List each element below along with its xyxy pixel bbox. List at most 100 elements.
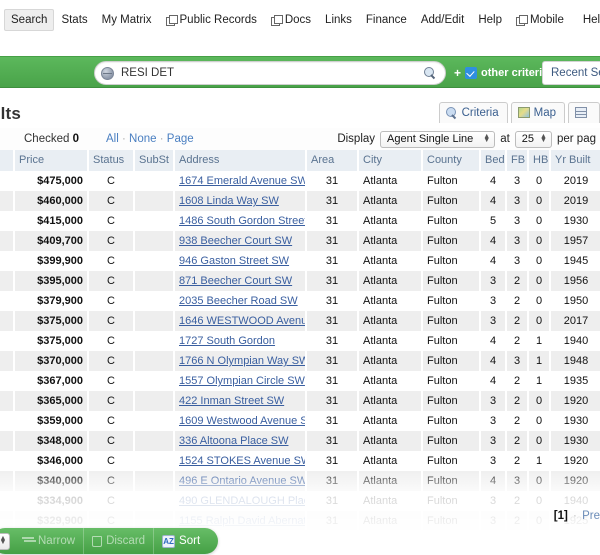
tab-grid[interactable] — [568, 102, 600, 123]
tab-criteria[interactable]: Criteria — [438, 102, 508, 123]
address-link[interactable]: 938 Beecher Court SW — [179, 235, 292, 247]
checkbox-cell[interactable] — [0, 351, 15, 371]
cell-address[interactable]: 871 Beecher Court SW — [174, 271, 307, 291]
address-link[interactable]: 1608 Linda Way SW — [179, 195, 279, 207]
checkbox-cell[interactable] — [0, 271, 15, 291]
address-link[interactable]: 1646 WESTWOOD Avenue S — [179, 315, 304, 327]
header-subst[interactable]: SubSt — [134, 150, 175, 171]
cell-address[interactable]: 1674 Emerald Avenue SW — [174, 171, 307, 191]
header-area[interactable]: Area — [306, 150, 359, 171]
address-link[interactable]: 1766 N Olympian Way SW — [179, 355, 304, 367]
table-row[interactable]: $415,000 C 1486 South Gordon Street 31 Atlan… — [0, 211, 600, 231]
search-input[interactable]: RESI DET — [94, 61, 446, 85]
search-icon[interactable] — [424, 66, 437, 80]
checkbox-cell[interactable] — [0, 491, 15, 511]
other-criteria-toggle[interactable]: + other criteria — [454, 66, 548, 80]
header-yr-built[interactable]: Yr Built — [550, 150, 600, 171]
cell-address[interactable]: 1486 South Gordon Street — [174, 211, 307, 231]
select-page-link[interactable]: Page — [167, 133, 194, 145]
table-row[interactable]: $365,000 C 422 Inman Street SW 31 Atlanta Ful… — [0, 391, 600, 411]
cell-address[interactable]: 2035 Beecher Road SW — [174, 291, 307, 311]
sort-button[interactable]: AZ Sort — [154, 528, 208, 554]
checkbox-cell[interactable] — [0, 311, 15, 331]
table-row[interactable]: $340,000 C 496 E Ontario Avenue SW 31 Atlant… — [0, 471, 600, 491]
checkbox-cell[interactable] — [0, 431, 15, 451]
table-row[interactable]: $395,000 C 871 Beecher Court SW 31 Atlanta Fu… — [0, 271, 600, 291]
table-row[interactable]: $375,000C 1646 WESTWOOD Avenue S31Atlanta… — [0, 311, 600, 331]
nav-item-search[interactable]: Search — [4, 9, 55, 31]
cell-address[interactable]: 490 GLENDALOUGH Place S — [174, 491, 307, 511]
checkmark-icon[interactable] — [465, 67, 478, 79]
table-row[interactable]: $367,000 C 1557 Olympian Circle SW 31 Atlant… — [0, 371, 600, 391]
header-price[interactable]: Price — [14, 150, 89, 171]
checkbox-cell[interactable] — [0, 411, 15, 431]
nav-item-public-records[interactable]: Public Records — [159, 9, 264, 31]
address-link[interactable]: 1674 Emerald Avenue SW — [179, 175, 304, 187]
address-link[interactable]: 1727 South Gordon — [179, 335, 275, 347]
address-link[interactable]: 946 Gaston Street SW — [179, 255, 289, 267]
cell-address[interactable]: 1524 STOKES Avenue SW — [174, 451, 307, 471]
nav-item-my-matrix[interactable]: My Matrix — [95, 9, 159, 31]
table-row[interactable]: $359,000 C 1609 Westwood Avenue SW 31 Atlant… — [0, 411, 600, 431]
nav-item-mobile[interactable]: Mobile — [509, 9, 571, 31]
cell-address[interactable]: 946 Gaston Street SW — [174, 251, 307, 271]
select-all-link[interactable]: All — [106, 133, 119, 145]
checkbox-cell[interactable] — [0, 231, 15, 251]
checkbox-cell[interactable] — [0, 211, 15, 231]
cell-address[interactable]: 422 Inman Street SW — [174, 391, 307, 411]
checkbox-cell[interactable] — [0, 391, 15, 411]
next-page-link[interactable]: Pre — [582, 510, 600, 522]
checkbox-cell[interactable] — [0, 171, 15, 191]
select-none-link[interactable]: None — [129, 133, 157, 145]
header-hb[interactable]: HB — [528, 150, 551, 171]
nav-item-help[interactable]: Help — [471, 9, 509, 31]
table-row[interactable]: $346,000 C 1524 STOKES Avenue SW 31 Atlanta F… — [0, 451, 600, 471]
table-row[interactable]: $460,000 C 1608 Linda Way SW 31 Atlanta Fulto… — [0, 191, 600, 211]
header-fb[interactable]: FB — [506, 150, 529, 171]
table-row[interactable]: $348,000 C 336 Altoona Place SW 31 Atlanta Fu… — [0, 431, 600, 451]
cell-address[interactable]: 938 Beecher Court SW — [174, 231, 307, 251]
table-row[interactable]: $370,000 C 1766 N Olympian Way SW 31 Atlanta… — [0, 351, 600, 371]
address-link[interactable]: 1486 South Gordon Street — [179, 215, 304, 227]
header-county[interactable]: County — [422, 150, 481, 171]
checkbox-cell[interactable] — [0, 451, 15, 471]
header-checkbox[interactable] — [0, 150, 15, 171]
checkbox-cell[interactable] — [0, 191, 15, 211]
checkbox-cell[interactable] — [0, 291, 15, 311]
header-status[interactable]: Status — [88, 150, 135, 171]
discard-button[interactable]: Discard — [84, 528, 155, 554]
table-row[interactable]: $379,900 C 2035 Beecher Road SW 31 Atlanta Fu… — [0, 291, 600, 311]
table-row[interactable]: $475,000 C 1674 Emerald Avenue SW 31 Atlanta… — [0, 171, 600, 191]
page-stepper[interactable]: ▲ ▼ — [0, 532, 10, 550]
address-link[interactable]: 422 Inman Street SW — [179, 395, 284, 407]
nav-item-stats[interactable]: Stats — [54, 9, 94, 31]
address-link[interactable]: 336 Altoona Place SW — [179, 435, 288, 447]
recent-searches-button[interactable]: Recent Sea — [542, 61, 600, 85]
cell-address[interactable]: 1609 Westwood Avenue SW — [174, 411, 307, 431]
table-row[interactable]: $375,000 C 1727 South Gordon 31 Atlanta Fulto… — [0, 331, 600, 351]
nav-item-add-edit[interactable]: Add/Edit — [414, 9, 471, 31]
table-row[interactable]: $334,900C 490 GLENDALOUGH Place S31Atlant… — [0, 491, 600, 511]
address-link[interactable]: 1524 STOKES Avenue SW — [179, 455, 304, 467]
cell-address[interactable]: 1608 Linda Way SW — [174, 191, 307, 211]
results-table-container[interactable]: Price Status SubSt Address Area City Cou… — [0, 150, 600, 530]
checkbox-cell[interactable] — [0, 331, 15, 351]
checkbox-cell[interactable] — [0, 471, 15, 491]
cell-address[interactable]: 1557 Olympian Circle SW — [174, 371, 307, 391]
address-link[interactable]: 2035 Beecher Road SW — [179, 295, 298, 307]
nav-item-finance[interactable]: Finance — [359, 9, 414, 31]
checkbox-cell[interactable] — [0, 251, 15, 271]
cell-address[interactable]: 1766 N Olympian Way SW — [174, 351, 307, 371]
table-row[interactable]: $399,900 C 946 Gaston Street SW 31 Atlanta Fu… — [0, 251, 600, 271]
cell-address[interactable]: 1646 WESTWOOD Avenue S — [174, 311, 307, 331]
address-link[interactable]: 1155 Ralph David Abernat — [179, 515, 304, 527]
display-format-select[interactable]: Agent Single Line ▲ ▼ — [380, 130, 496, 148]
cell-address[interactable]: 336 Altoona Place SW — [174, 431, 307, 451]
address-link[interactable]: 490 GLENDALOUGH Place S — [179, 495, 304, 507]
address-link[interactable]: 1609 Westwood Avenue SW — [179, 415, 304, 427]
address-link[interactable]: 1557 Olympian Circle SW — [179, 375, 304, 387]
cell-address[interactable]: 496 E Ontario Avenue SW — [174, 471, 307, 491]
address-link[interactable]: 871 Beecher Court SW — [179, 275, 292, 287]
tab-map[interactable]: Map — [510, 102, 565, 123]
header-city[interactable]: City — [358, 150, 423, 171]
